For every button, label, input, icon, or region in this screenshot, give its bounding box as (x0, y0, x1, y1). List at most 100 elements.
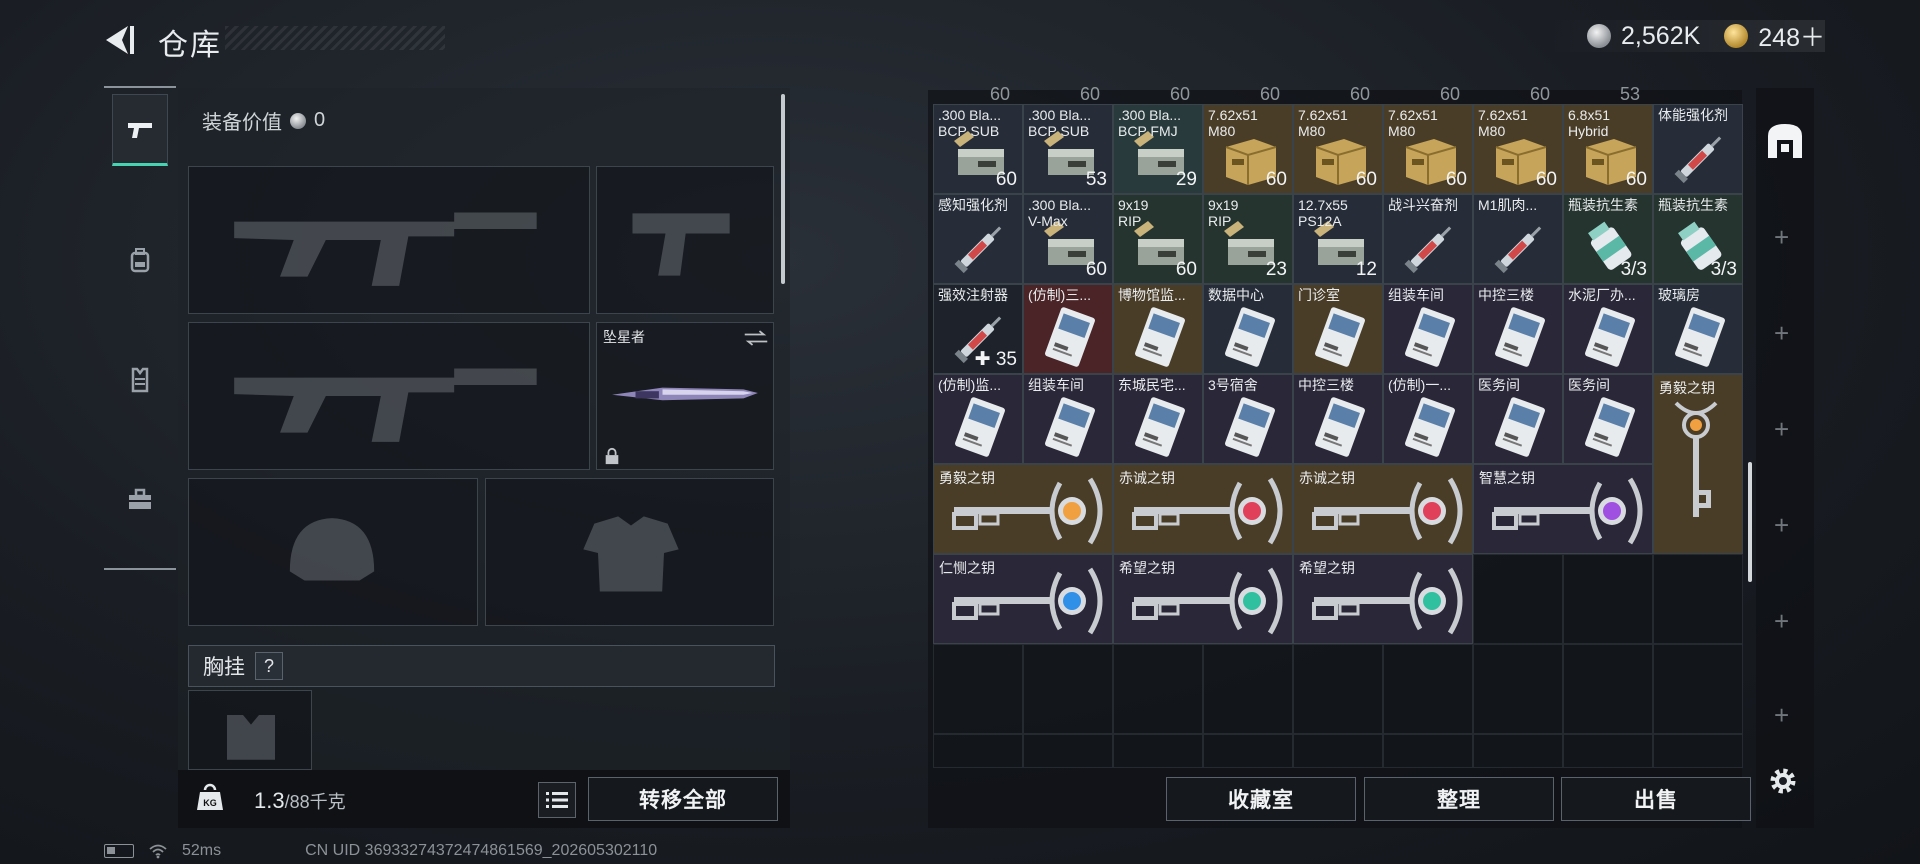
add-container-button[interactable]: + (1774, 606, 1789, 637)
add-container-button[interactable]: + (1774, 510, 1789, 541)
sidearm-slot[interactable] (596, 166, 774, 314)
inventory-item[interactable]: 数据中心 (1203, 284, 1293, 374)
empty-slot[interactable] (1203, 734, 1293, 768)
inventory-item[interactable]: 门诊室 (1293, 284, 1383, 374)
inventory-item[interactable]: (仿制)一... (1383, 374, 1473, 464)
inventory-item[interactable]: 强效注射器 ✚ 35 (933, 284, 1023, 374)
inventory-item[interactable]: 组装车间 (1023, 374, 1113, 464)
inventory-item[interactable]: 组装车间 (1383, 284, 1473, 374)
inventory-item[interactable]: 中控三楼 (1293, 374, 1383, 464)
empty-slot[interactable] (1473, 554, 1563, 644)
inventory-item[interactable]: 瓶装抗生素 3/3 (1563, 194, 1653, 284)
inventory-item[interactable]: 水泥厂办... (1563, 284, 1653, 374)
inventory-item[interactable]: 体能强化剂 (1653, 104, 1743, 194)
empty-slot[interactable] (1293, 644, 1383, 734)
inventory-item[interactable]: .300 Bla... BCP FMJ 29 (1113, 104, 1203, 194)
currency-bar: 2,562K 248＋ (1547, 20, 1825, 52)
inventory-item[interactable]: 12.7x55 PS12A 12 (1293, 194, 1383, 284)
inventory-item[interactable]: 东城民宅... (1113, 374, 1203, 464)
inventory-scrollbar[interactable] (1748, 462, 1752, 582)
key-item[interactable]: 勇毅之钥 (1653, 374, 1743, 554)
inventory-item[interactable]: 3号宿舍 (1203, 374, 1293, 464)
inventory-item[interactable]: 感知强化剂 (933, 194, 1023, 284)
empty-slot[interactable] (1653, 644, 1743, 734)
inventory-item[interactable]: 7.62x51 M80 60 (1473, 104, 1563, 194)
inventory-item[interactable]: 玻璃房 (1653, 284, 1743, 374)
empty-slot[interactable] (1383, 734, 1473, 768)
inventory-item[interactable]: 6.8x51 Hybrid 60 (1563, 104, 1653, 194)
inventory-item[interactable]: 中控三楼 (1473, 284, 1563, 374)
key-item[interactable]: 仁恻之钥 (933, 554, 1113, 644)
collection-room-button[interactable]: 收藏室 (1166, 777, 1356, 821)
inventory-item[interactable]: 博物馆监... (1113, 284, 1203, 374)
inventory-item[interactable]: 9x19 RIP 23 (1203, 194, 1293, 284)
key-item[interactable]: 赤诚之钥 (1293, 464, 1473, 554)
inventory-item[interactable]: .300 Bla... BCP SUB 53 (1023, 104, 1113, 194)
key-item[interactable]: 智慧之钥 (1473, 464, 1653, 554)
empty-slot[interactable] (933, 644, 1023, 734)
add-container-button[interactable]: + (1774, 318, 1789, 349)
inventory-item[interactable]: 7.62x51 M80 60 (1383, 104, 1473, 194)
key-item[interactable]: 希望之钥 (1293, 554, 1473, 644)
rig-silhouette-icon (227, 715, 275, 760)
empty-slot[interactable] (1563, 644, 1653, 734)
inventory-item[interactable]: 医务间 (1563, 374, 1653, 464)
tab-backpack[interactable] (112, 224, 168, 296)
inventory-item[interactable]: 瓶装抗生素 3/3 (1653, 194, 1743, 284)
empty-slot[interactable] (1473, 734, 1563, 768)
add-container-button[interactable]: + (1774, 222, 1789, 253)
empty-slot[interactable] (1023, 644, 1113, 734)
key-item[interactable]: 赤诚之钥 (1113, 464, 1293, 554)
swap-icon[interactable] (743, 329, 769, 347)
empty-slot[interactable] (1563, 554, 1653, 644)
sell-button[interactable]: 出售 (1561, 777, 1751, 821)
tab-weapons[interactable] (112, 94, 168, 166)
empty-slot[interactable] (1113, 734, 1203, 768)
inventory-item[interactable]: 9x19 RIP 60 (1113, 194, 1203, 284)
empty-slot[interactable] (1653, 554, 1743, 644)
armor-slot[interactable] (485, 478, 774, 626)
list-view-button[interactable] (538, 782, 576, 818)
empty-slot[interactable] (1563, 734, 1653, 768)
empty-slot[interactable] (1023, 734, 1113, 768)
empty-slot[interactable] (1113, 644, 1203, 734)
tab-vest[interactable] (112, 344, 168, 416)
helmet-slot[interactable] (188, 478, 478, 626)
inventory-item[interactable]: .300 Bla... V-Max 60 (1023, 194, 1113, 284)
item-name: 7.62x51 (1208, 107, 1258, 123)
stash-tab[interactable] (1762, 118, 1808, 164)
inventory-item[interactable]: 战斗兴奋剂 (1383, 194, 1473, 284)
empty-slot[interactable] (1653, 734, 1743, 768)
empty-slot[interactable] (1203, 644, 1293, 734)
sort-button[interactable]: 整理 (1364, 777, 1554, 821)
inventory-item[interactable]: 7.62x51 M80 60 (1293, 104, 1383, 194)
empty-slot[interactable] (1473, 644, 1563, 734)
equipment-scrollbar[interactable] (781, 94, 785, 284)
inventory-item[interactable]: M1肌肉... (1473, 194, 1563, 284)
item-variant: BCP SUB (1028, 123, 1090, 139)
key-item[interactable]: 勇毅之钥 (933, 464, 1113, 554)
inventory-item[interactable]: 医务间 (1473, 374, 1563, 464)
inventory-item[interactable]: (仿制)三... (1023, 284, 1113, 374)
transfer-all-button[interactable]: 转移全部 (588, 777, 778, 821)
empty-slot[interactable] (1293, 734, 1383, 768)
weight-current: 1.3 (254, 788, 285, 813)
add-container-button[interactable]: + (1774, 414, 1789, 445)
inventory-item[interactable]: (仿制)监... (933, 374, 1023, 464)
primary-weapon-slot[interactable] (188, 166, 590, 314)
melee-slot[interactable]: 坠星者 (596, 322, 774, 470)
backpack-icon (130, 248, 150, 273)
back-button[interactable] (100, 22, 140, 58)
settings-button[interactable] (1766, 764, 1800, 798)
secondary-weapon-slot[interactable] (188, 322, 590, 470)
inventory-item[interactable]: .300 Bla... BCP SUB 60 (933, 104, 1023, 194)
add-container-button[interactable]: + (1774, 700, 1789, 731)
help-button[interactable]: ? (255, 652, 283, 680)
chest-rig-slot[interactable] (188, 690, 312, 770)
inventory-item[interactable]: 7.62x51 M80 60 (1203, 104, 1293, 194)
empty-slot[interactable] (933, 734, 1023, 768)
tab-toolbox[interactable] (112, 464, 168, 536)
item-variant: V-Max (1028, 213, 1068, 229)
empty-slot[interactable] (1383, 644, 1473, 734)
key-item[interactable]: 希望之钥 (1113, 554, 1293, 644)
